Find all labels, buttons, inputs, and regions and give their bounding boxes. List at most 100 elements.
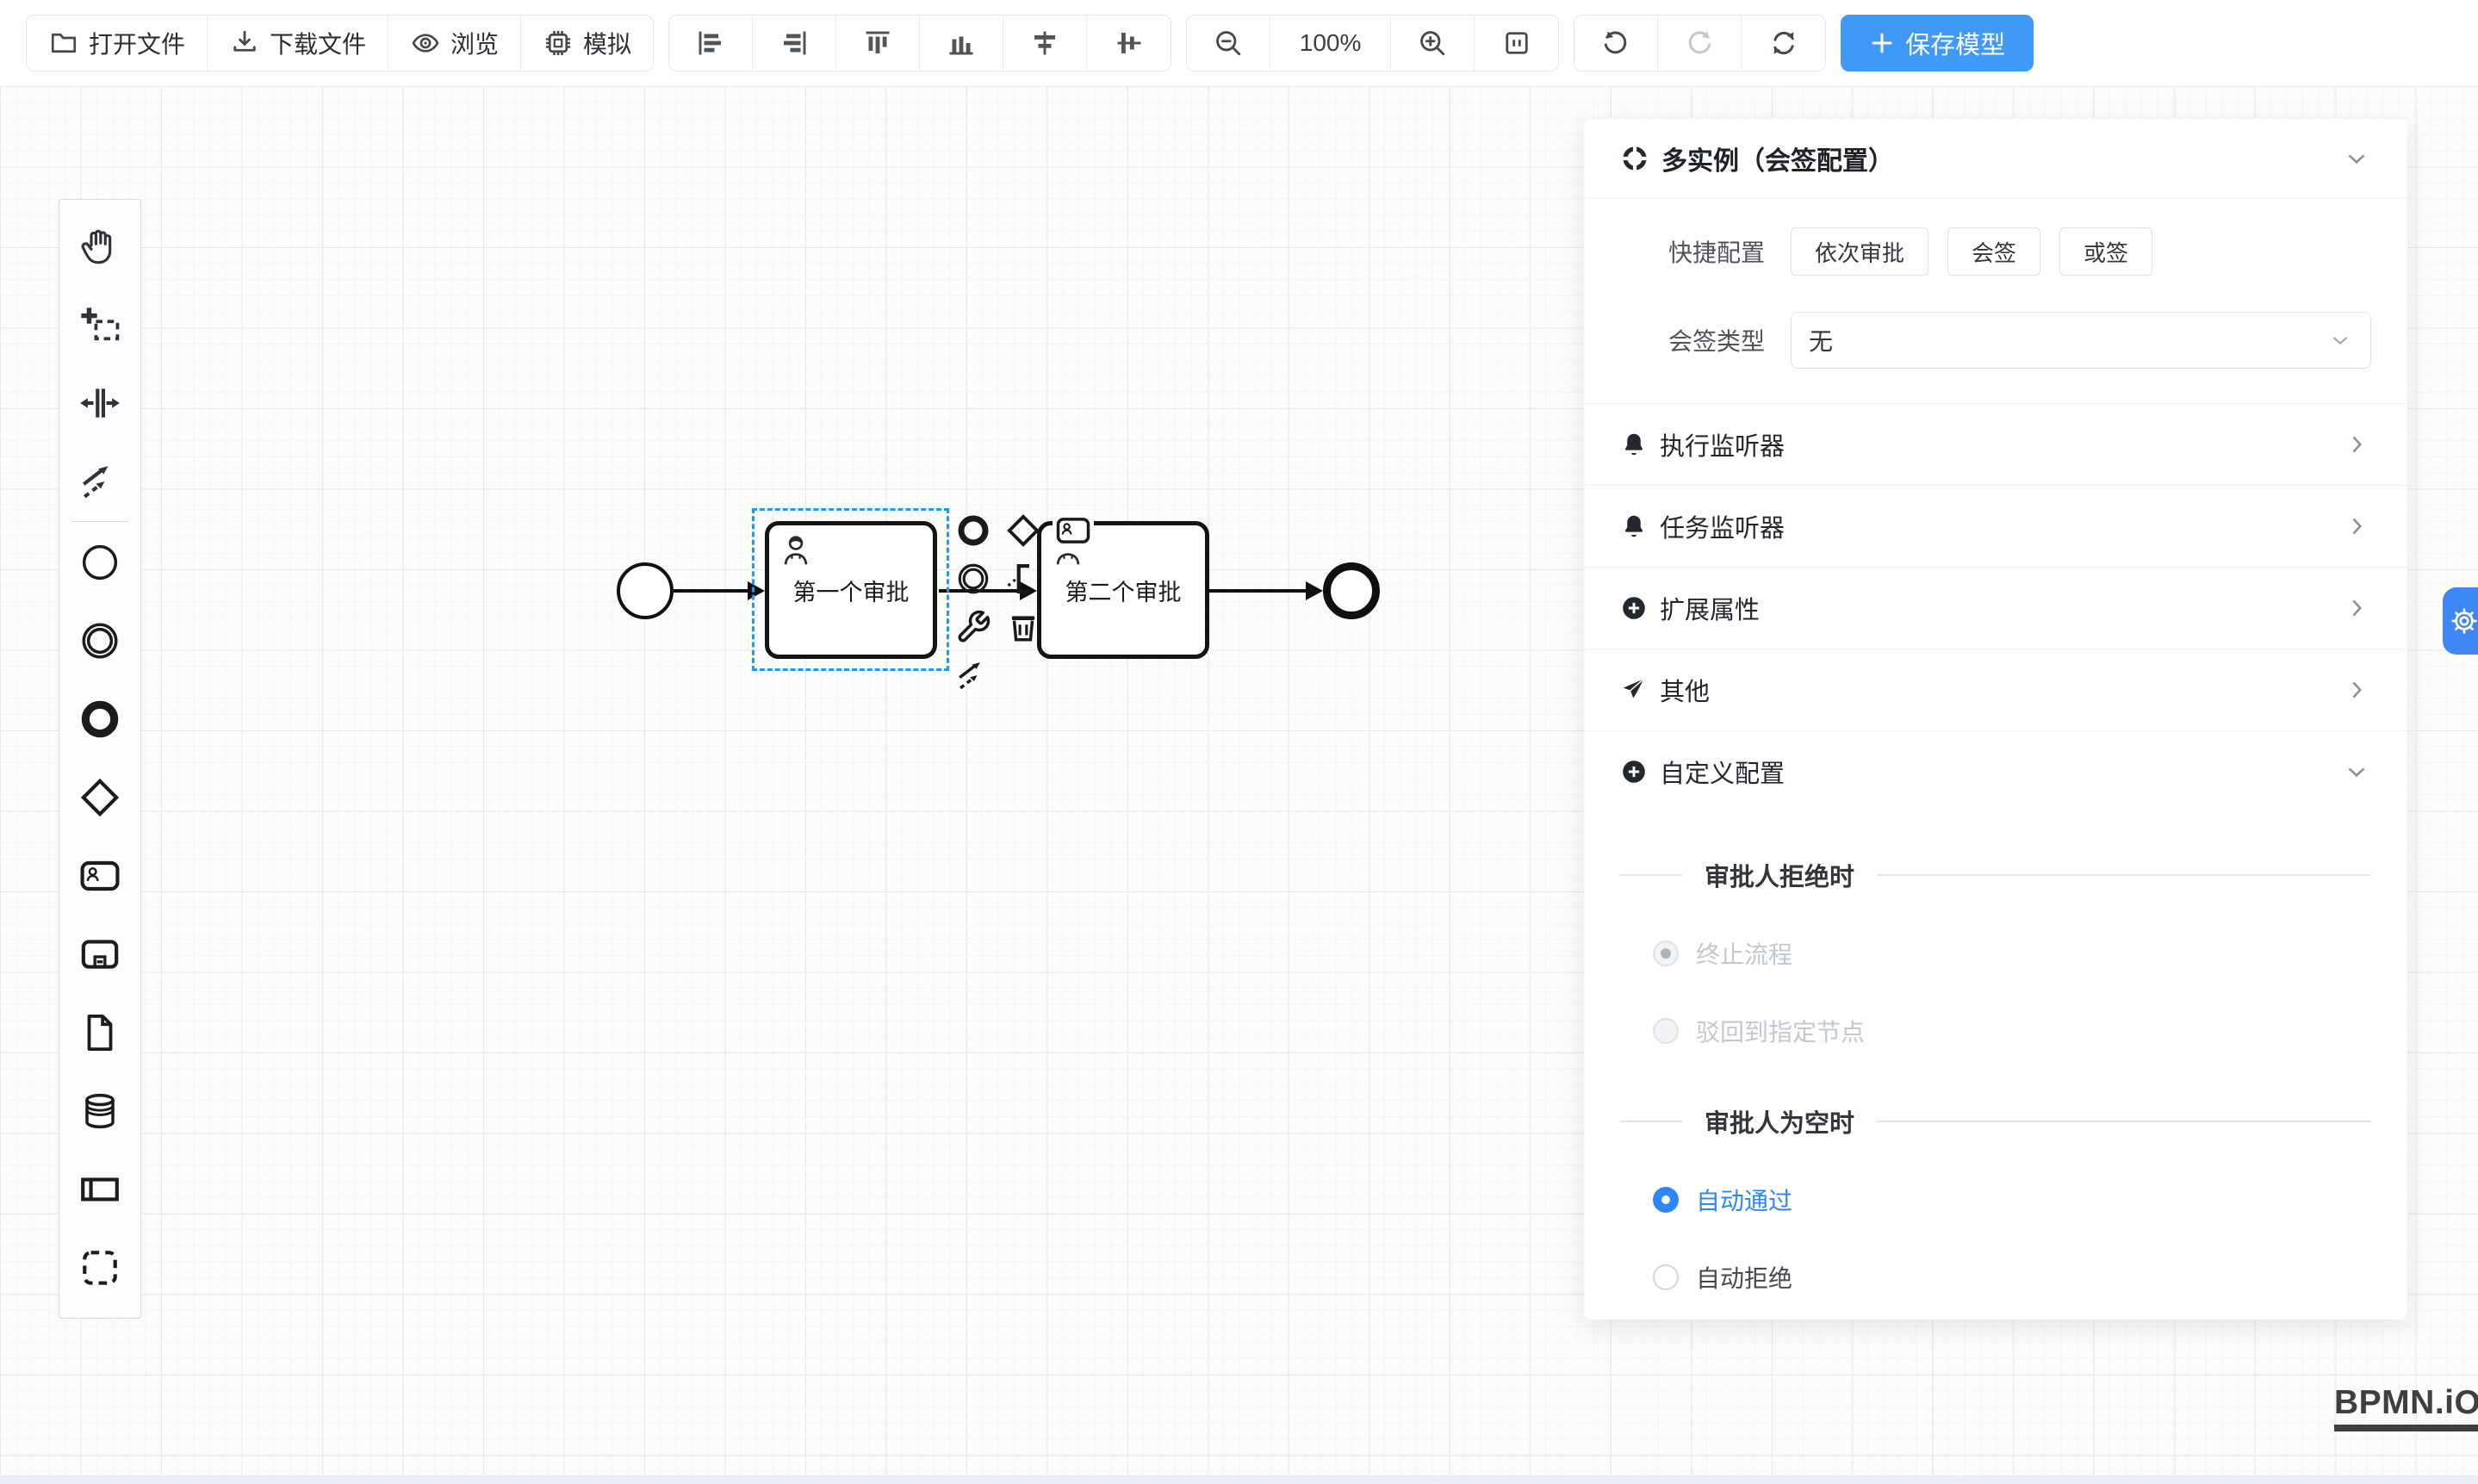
radio-label: 终止流程 (1696, 936, 1792, 971)
radio-auto-reject[interactable]: 自动拒绝 (1653, 1260, 2407, 1295)
palette-gateway[interactable] (59, 758, 141, 836)
text-annotation-icon (1005, 561, 1041, 597)
quick-option-countersign[interactable]: 会签 (1947, 227, 2040, 276)
group-icon (78, 1246, 121, 1289)
sequence-flow-3[interactable] (1209, 589, 1307, 593)
lasso-tool[interactable] (59, 285, 141, 363)
sign-type-label: 会签类型 (1620, 323, 1765, 357)
section-task-listener[interactable]: 任务监听器 (1584, 485, 2407, 567)
quick-config-row: 快捷配置 依次审批 会签 或签 (1620, 227, 2371, 276)
start-event-node[interactable] (617, 562, 674, 619)
connect-tool[interactable] (59, 442, 141, 520)
section-label: 执行监听器 (1660, 426, 1785, 463)
palette-user-task[interactable] (59, 836, 141, 915)
section-execution-listener[interactable]: 执行监听器 (1584, 403, 2407, 485)
reject-section-title: 审批人拒绝时 (1620, 857, 2371, 893)
start-event-icon (78, 541, 121, 584)
sequence-flow-1[interactable] (674, 589, 751, 593)
panel-header-multi-instance[interactable]: 多实例（会签配置） (1584, 119, 2407, 198)
radio-auto-pass[interactable]: 自动通过 (1653, 1183, 2407, 1217)
database-icon (78, 1090, 121, 1133)
context-pad (953, 510, 1094, 696)
save-model-button[interactable]: 保存模型 (1841, 15, 2034, 71)
undo-icon (1600, 28, 1631, 59)
chevron-down-icon (2342, 757, 2371, 786)
end-event-icon (78, 698, 121, 741)
chevron-down-icon (2327, 327, 2353, 353)
palette-intermediate-event[interactable] (59, 601, 141, 680)
section-label: 其他 (1660, 672, 1710, 708)
send-icon (1620, 676, 1648, 704)
task-node-first-approval[interactable]: 第一个审批 (765, 521, 937, 659)
section-extended-properties[interactable]: 扩展属性 (1584, 567, 2407, 649)
quick-option-orsign[interactable]: 或签 (2059, 227, 2152, 276)
palette-call-activity[interactable] (59, 915, 141, 993)
chevron-right-icon (2342, 512, 2371, 541)
chevron-right-icon (2342, 675, 2371, 705)
open-file-button[interactable]: 打开文件 (27, 16, 208, 71)
download-icon (229, 28, 260, 59)
undo-button[interactable] (1574, 16, 1658, 71)
palette-participant-pool[interactable] (59, 1150, 141, 1228)
redo-button[interactable] (1658, 16, 1742, 71)
palette-file[interactable] (59, 993, 141, 1071)
empty-title-text: 审批人为空时 (1705, 1103, 1854, 1139)
simulate-button[interactable]: 模拟 (521, 16, 653, 71)
gateway-icon (1005, 512, 1041, 549)
sequence-flow-3-arrowhead (1306, 581, 1323, 600)
section-other[interactable]: 其他 (1584, 649, 2407, 730)
append-intermediate-event-button[interactable] (953, 558, 994, 599)
bpmn-io-logo[interactable]: BPMN.iO (2334, 1385, 2478, 1431)
fit-viewport-button[interactable] (1475, 16, 1558, 71)
preview-button[interactable]: 浏览 (388, 16, 521, 71)
radio-terminate-process[interactable]: 终止流程 (1653, 936, 2407, 971)
wrench-icon (955, 609, 991, 645)
user-task-icon (78, 854, 121, 897)
plus-icon (1869, 30, 1895, 56)
align-bottom-button[interactable] (920, 16, 1003, 71)
append-end-event-button[interactable] (953, 510, 994, 551)
align-right-button[interactable] (753, 16, 836, 71)
properties-panel: 多实例（会签配置） 快捷配置 依次审批 会签 或签 会签类型 无 (1584, 119, 2407, 1319)
align-top-button[interactable] (836, 16, 920, 71)
align-left-button[interactable] (669, 16, 753, 71)
palette-data-store[interactable] (59, 1071, 141, 1150)
zoom-out-button[interactable] (1187, 16, 1270, 71)
bell-icon (1620, 431, 1648, 458)
bottom-accent-bar (0, 1475, 2478, 1484)
file-actions-group: 打开文件 下载文件 浏览 模拟 (26, 15, 654, 71)
history-group (1574, 15, 1826, 71)
append-task-button[interactable] (1053, 510, 1094, 551)
append-gateway-button[interactable] (1003, 510, 1044, 551)
section-custom-config[interactable]: 自定义配置 (1584, 730, 2407, 812)
change-type-button[interactable] (953, 606, 994, 648)
delete-button[interactable] (1003, 606, 1044, 648)
space-tool[interactable] (59, 363, 141, 442)
zoom-in-button[interactable] (1391, 16, 1475, 71)
user-icon (776, 531, 816, 570)
lasso-icon (78, 303, 121, 346)
sign-type-select[interactable]: 无 (1791, 312, 2371, 369)
intermediate-event-icon (955, 561, 991, 597)
palette-end-event[interactable] (59, 680, 141, 758)
hand-tool[interactable] (59, 207, 141, 285)
zoom-out-icon (1213, 28, 1244, 59)
download-file-button[interactable]: 下载文件 (208, 16, 388, 71)
chevron-right-icon (2342, 593, 2371, 623)
settings-tab[interactable] (2443, 587, 2478, 655)
align-center-horizontal-button[interactable] (1003, 16, 1087, 71)
bell-icon (1620, 512, 1648, 540)
zoom-in-icon (1417, 28, 1448, 59)
palette-start-event[interactable] (59, 523, 141, 601)
quick-option-sequential[interactable]: 依次审批 (1791, 227, 1928, 276)
align-left-icon (695, 28, 726, 59)
end-event-node[interactable] (1323, 562, 1380, 619)
palette-group[interactable] (59, 1228, 141, 1307)
radio-return-to-node[interactable]: 驳回到指定节点 (1653, 1014, 2407, 1048)
reset-button[interactable] (1742, 16, 1825, 71)
connect-button[interactable] (953, 655, 994, 696)
append-text-annotation-button[interactable] (1003, 558, 1044, 599)
align-middle-vertical-button[interactable] (1087, 16, 1171, 71)
call-activity-icon (78, 933, 121, 976)
sign-type-row: 会签类型 无 (1620, 312, 2371, 369)
